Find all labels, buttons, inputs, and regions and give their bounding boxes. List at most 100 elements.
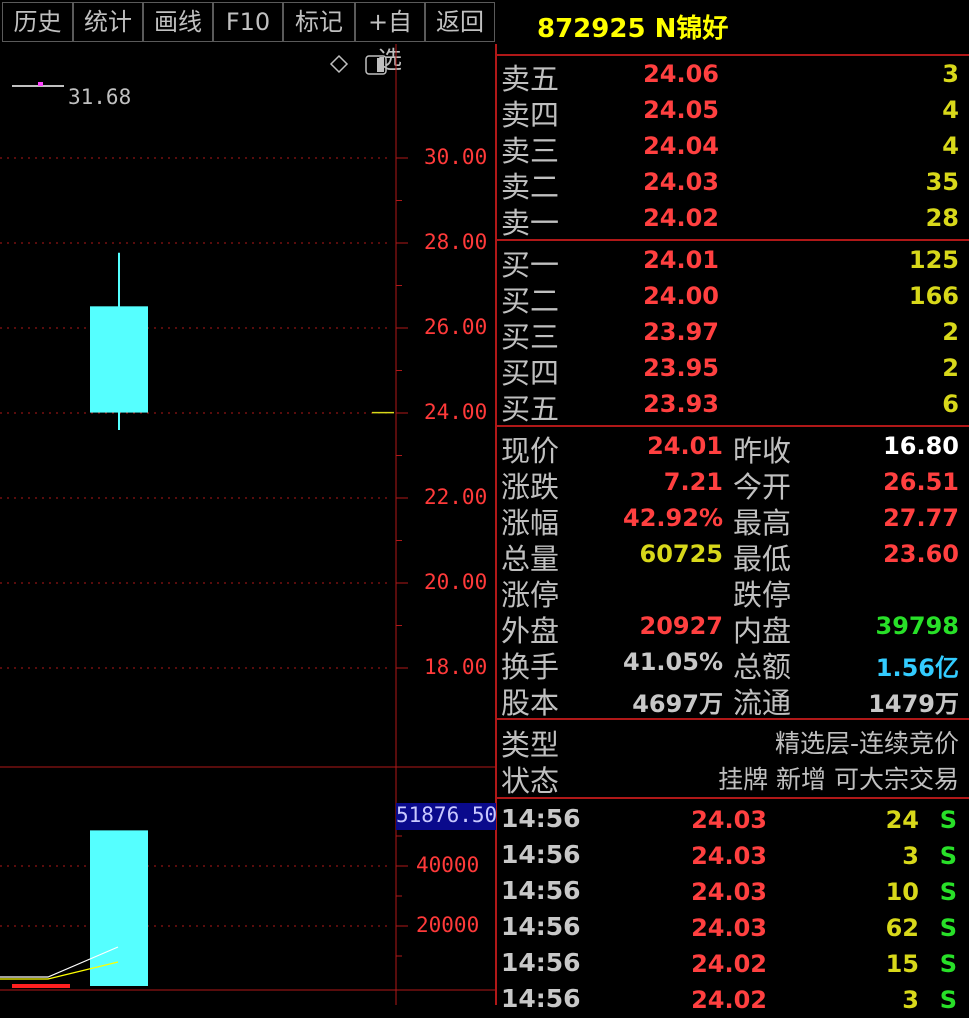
- stat-value: 1.56亿: [875, 654, 959, 682]
- bid-price: 24.00: [643, 282, 719, 310]
- price-axis-label: 18.00: [424, 655, 488, 679]
- stat-value: 4697万: [632, 690, 723, 718]
- panel-divider-book: [497, 239, 969, 241]
- ma-legend-dot: [38, 82, 43, 86]
- tick-time: 14:56: [501, 876, 581, 905]
- stat-row: 股本 4697万 流通 1479万: [501, 680, 959, 720]
- diamond-icon[interactable]: [329, 54, 349, 74]
- tick-side: S: [939, 806, 957, 834]
- ask-price: 24.02: [643, 204, 719, 232]
- tick-volume: 24: [885, 806, 919, 834]
- stat-value: 23.60: [883, 540, 959, 568]
- ask-row[interactable]: 卖五 24.06 3: [501, 56, 959, 96]
- tick-price: 24.03: [691, 806, 767, 834]
- tick-volume: 10: [885, 878, 919, 906]
- ask-volume: 35: [925, 168, 959, 196]
- ask-volume: 4: [942, 96, 959, 124]
- tick-price: 24.03: [691, 842, 767, 870]
- tick-row[interactable]: 14:56 24.02 3 S: [501, 982, 959, 1018]
- volume-highlight-label: 51876.50: [396, 803, 496, 827]
- tick-price: 24.02: [691, 986, 767, 1014]
- quote-panel: 872925 N锦好 卖五 24.06 3 卖四 24.05 4 卖三 24.04 4 卖二 24.…: [497, 0, 969, 1014]
- info-row: 类型 精选层-连续竞价: [501, 722, 959, 762]
- ask-price: 24.06: [643, 60, 719, 88]
- bid-price: 23.97: [643, 318, 719, 346]
- bid-price: 24.01: [643, 246, 719, 274]
- ask-volume: 28: [925, 204, 959, 232]
- stat-value: 1479万: [868, 690, 959, 718]
- price-axis-label: 30.00: [424, 145, 488, 169]
- bid-row[interactable]: 买四 23.95 2: [501, 350, 959, 390]
- panel-toggle-icon-fill: [377, 58, 384, 72]
- stat-value: 41.05%: [623, 648, 723, 676]
- tick-side: S: [939, 842, 957, 870]
- ask-row[interactable]: 卖一 24.02 28: [501, 200, 959, 240]
- f10-button[interactable]: F10: [213, 2, 283, 42]
- ask-row[interactable]: 卖二 24.03 35: [501, 164, 959, 204]
- tick-side: S: [939, 986, 957, 1014]
- info-label: 状态: [501, 764, 560, 798]
- bid-row[interactable]: 买五 23.93 6: [501, 386, 959, 426]
- volume-bar[interactable]: [90, 830, 148, 986]
- mark-button[interactable]: 标记: [283, 2, 355, 42]
- tick-side: S: [939, 950, 957, 978]
- panel-divider-bids: [497, 425, 969, 427]
- tick-row[interactable]: 14:56 24.03 24 S: [501, 802, 959, 838]
- tick-side: S: [939, 914, 957, 942]
- bid-row[interactable]: 买二 24.00 166: [501, 278, 959, 318]
- bid-row[interactable]: 买一 24.01 125: [501, 242, 959, 282]
- back-button[interactable]: 返回: [425, 2, 495, 42]
- volume-axis-label: 20000: [416, 913, 480, 937]
- tick-row[interactable]: 14:56 24.02 15 S: [501, 946, 959, 982]
- ask-price: 24.05: [643, 96, 719, 124]
- price-axis-label: 26.00: [424, 315, 488, 339]
- info-row: 状态 挂牌 新增 可大宗交易: [501, 758, 959, 798]
- stat-value: 42.92%: [623, 504, 723, 532]
- tick-volume: 62: [885, 914, 919, 942]
- tick-price: 24.03: [691, 878, 767, 906]
- tick-volume: 3: [902, 986, 919, 1014]
- stat-row: 涨停 跌停: [501, 572, 959, 612]
- tick-time: 14:56: [501, 912, 581, 941]
- tick-time: 14:56: [501, 840, 581, 869]
- tick-price: 24.03: [691, 914, 767, 942]
- stat-label: 流通: [733, 686, 792, 720]
- stat-row: 换手 41.05% 总额 1.56亿: [501, 644, 959, 684]
- tick-row[interactable]: 14:56 24.03 3 S: [501, 838, 959, 874]
- price-axis-label: 24.00: [424, 400, 488, 424]
- candle-body[interactable]: [90, 306, 148, 413]
- stat-row: 外盘 20927 内盘 39798: [501, 608, 960, 648]
- stat-value: 7.21: [663, 468, 723, 496]
- add-watchlist-button[interactable]: +自选: [355, 2, 425, 74]
- stat-value: 26.51: [883, 468, 959, 496]
- bid-volume: 2: [942, 354, 959, 382]
- draw-line-button[interactable]: 画线: [143, 2, 213, 42]
- tick-row[interactable]: 14:56 24.03 10 S: [501, 874, 959, 910]
- stat-value: 20927: [639, 612, 724, 640]
- stat-value: 27.77: [883, 504, 959, 532]
- bid-volume: 166: [908, 282, 959, 310]
- info-value: 挂牌 新增 可大宗交易: [718, 765, 959, 794]
- price-axis-label: 28.00: [424, 230, 488, 254]
- price-axis-label: 22.00: [424, 485, 488, 509]
- ask-row[interactable]: 卖三 24.04 4: [501, 128, 959, 168]
- ask-price: 24.03: [643, 168, 719, 196]
- volume-axis-label: 40000: [416, 853, 480, 877]
- tick-side: S: [939, 878, 957, 906]
- ask-label: 卖一: [501, 206, 560, 240]
- stats-button[interactable]: 统计: [73, 2, 143, 42]
- ask-volume: 3: [942, 60, 959, 88]
- bid-row[interactable]: 买三 23.97 2: [501, 314, 959, 354]
- history-button[interactable]: 历史: [2, 2, 73, 42]
- tick-volume: 3: [902, 842, 919, 870]
- stat-row: 总量 60725 最低 23.60: [501, 536, 959, 576]
- ask-row[interactable]: 卖四 24.05 4: [501, 92, 959, 132]
- stat-value: 39798: [875, 612, 960, 640]
- bid-price: 23.93: [643, 390, 719, 418]
- stat-value: 24.01: [647, 432, 723, 460]
- stat-row: 现价 24.01 昨收 16.80: [501, 428, 959, 468]
- tick-row[interactable]: 14:56 24.03 62 S: [501, 910, 959, 946]
- stat-label: 股本: [501, 686, 560, 720]
- toolbar: 历史 统计 画线 F10 标记 +自选 返回: [0, 0, 497, 74]
- bid-volume: 2: [942, 318, 959, 346]
